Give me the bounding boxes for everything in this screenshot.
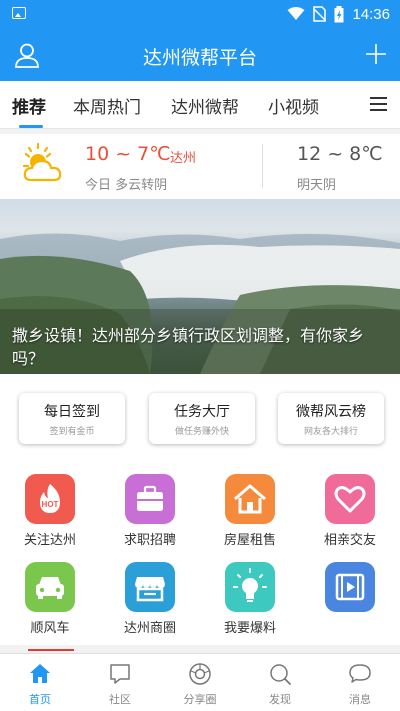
today-temperature: 10 ~ 7℃ <box>85 143 171 165</box>
tab-recommend[interactable]: 推荐 <box>12 93 46 118</box>
tomorrow-description: 明天阴 <box>297 178 337 193</box>
app-header: 达州微帮平台 <box>0 28 400 81</box>
briefcase-icon <box>125 474 175 524</box>
grid-label: 达州商圈 <box>123 621 176 636</box>
active-tab-indicator <box>19 125 43 128</box>
task-hall-title: 任务大厅 <box>174 404 230 420</box>
nav-label: 发现 <box>269 693 291 706</box>
grid-label: 房屋租售 <box>223 533 276 548</box>
status-bar: 14:36 <box>0 0 400 28</box>
nav-home[interactable]: 首页 <box>0 654 80 711</box>
ranking-title: 微帮风云榜 <box>296 404 366 420</box>
nav-share-circle[interactable]: 分享圈 <box>160 654 240 711</box>
weather-widget[interactable]: 10 ~ 7℃ 达州 今日 多云转阴 12 ~ 8℃ 明天阴 <box>0 134 400 199</box>
weather-divider <box>262 144 263 188</box>
store-icon <box>125 562 175 612</box>
news-banner[interactable]: 撒乡设镇！达州部分乡镇行政区划调整，有你家乡吗？ <box>0 199 400 374</box>
gallery-notification-icon <box>12 7 26 19</box>
bulb-icon <box>225 562 275 612</box>
checkin-title: 每日签到 <box>44 404 100 420</box>
app-screen: 14:36 达州微帮平台 推荐 本周热门 达州微帮 小视频 10 ~ 7℃ 达州… <box>0 0 400 711</box>
grid-label: 相亲交友 <box>323 533 376 548</box>
tab-short-video[interactable]: 小视频 <box>268 93 319 118</box>
no-sim-icon <box>313 6 327 22</box>
hot-icon: HOT <box>25 474 75 524</box>
page-title: 达州微帮平台 <box>142 47 257 69</box>
svg-text:HOT: HOT <box>42 500 59 509</box>
task-hall-subtitle: 做任务赚外快 <box>174 427 229 437</box>
nav-label: 社区 <box>109 693 131 706</box>
home-icon <box>30 664 50 683</box>
grid-item-business[interactable]: 达州商圈 <box>105 562 195 636</box>
nav-messages[interactable]: 消息 <box>320 654 400 711</box>
quick-actions: 每日签到 签到有金币 任务大厅 做任务赚外快 微帮风云榜 网友各大排行 <box>0 374 400 458</box>
grid-item-video[interactable] <box>305 562 395 617</box>
search-icon <box>270 664 291 685</box>
add-icon[interactable] <box>364 42 388 66</box>
category-tabs: 推荐 本周热门 达州微帮 小视频 <box>0 81 400 129</box>
task-hall-button[interactable]: 任务大厅 做任务赚外快 <box>149 393 255 444</box>
message-icon <box>349 664 371 683</box>
grid-item-follow-dazhou[interactable]: HOT 关注达州 <box>5 474 95 548</box>
red-accent-line <box>28 649 74 651</box>
nav-label: 首页 <box>29 693 51 706</box>
tomorrow-temperature: 12 ~ 8℃ <box>297 143 383 165</box>
heart-icon <box>325 474 375 524</box>
ranking-subtitle: 网友各大排行 <box>303 427 358 437</box>
nav-label: 分享圈 <box>183 693 217 706</box>
grid-item-rideshare[interactable]: 顺风车 <box>5 562 95 636</box>
tab-dazhou-weibang[interactable]: 达州微帮 <box>171 93 239 118</box>
grid-label: 关注达州 <box>23 533 76 548</box>
grid-label: 我要爆料 <box>223 621 276 636</box>
bottom-navigation: 首页 社区 分享圈 发现 消息 <box>0 653 400 711</box>
feature-grid: HOT 关注达州 求职招聘 房屋租售 相亲交友 顺风车 达州商圈 我要爆料 <box>0 458 400 645</box>
grid-item-report[interactable]: 我要爆料 <box>205 562 295 636</box>
car-icon <box>25 562 75 612</box>
battery-charging-icon <box>334 5 344 22</box>
clock: 14:36 <box>352 5 390 23</box>
checkin-subtitle: 签到有金币 <box>49 427 95 437</box>
chat-bubble-icon <box>110 664 130 684</box>
banner-caption: 撒乡设镇！达州部分乡镇行政区划调整，有你家乡吗？ <box>12 326 365 368</box>
partly-cloudy-icon <box>22 142 62 182</box>
nav-label: 消息 <box>349 693 371 706</box>
city-label: 达州 <box>170 151 197 166</box>
share-circle-icon <box>189 663 211 685</box>
nav-discover[interactable]: 发现 <box>240 654 320 711</box>
tab-weekly-hot[interactable]: 本周热门 <box>73 93 141 118</box>
grid-label: 求职招聘 <box>123 533 176 548</box>
ranking-button[interactable]: 微帮风云榜 网友各大排行 <box>278 393 384 444</box>
video-icon <box>325 562 375 612</box>
wifi-icon <box>287 7 305 20</box>
grid-item-housing[interactable]: 房屋租售 <box>205 474 295 548</box>
daily-checkin-button[interactable]: 每日签到 签到有金币 <box>19 393 125 444</box>
grid-item-dating[interactable]: 相亲交友 <box>305 474 395 548</box>
nav-community[interactable]: 社区 <box>80 654 160 711</box>
tab-menu-icon[interactable] <box>358 81 400 128</box>
grid-item-jobs[interactable]: 求职招聘 <box>105 474 195 548</box>
house-icon <box>225 474 275 524</box>
today-description: 今日 多云转阴 <box>85 178 168 193</box>
grid-label: 顺风车 <box>30 621 70 636</box>
